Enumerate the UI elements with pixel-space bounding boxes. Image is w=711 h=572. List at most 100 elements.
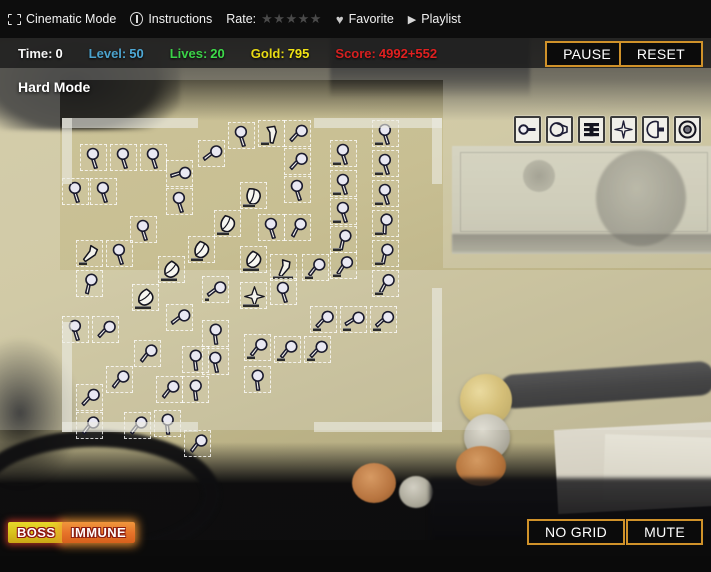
board-tile[interactable] — [106, 240, 133, 267]
board-tile[interactable] — [330, 252, 357, 279]
bracket-bottom-left-h — [62, 422, 198, 432]
pin-tower-tool[interactable] — [514, 116, 541, 143]
board-tile[interactable] — [166, 160, 193, 187]
rate-label: Rate: — [226, 12, 257, 26]
board-tile[interactable] — [244, 334, 271, 361]
tile-health-bar — [375, 292, 383, 295]
board-tile[interactable] — [182, 376, 209, 403]
rate-control[interactable]: Rate: ★★★★★ — [226, 11, 322, 27]
board-tile[interactable] — [270, 278, 297, 305]
board-tile[interactable] — [184, 430, 211, 457]
star-tower-tool[interactable] — [610, 116, 637, 143]
pause-button[interactable]: PAUSE — [545, 41, 629, 67]
cone-tower-tool[interactable] — [642, 116, 669, 143]
board-tile[interactable] — [80, 144, 107, 171]
bracket-top-right-v — [432, 118, 442, 184]
playlist-button[interactable]: ▶ Playlist — [408, 12, 461, 26]
playlist-label: Playlist — [421, 12, 461, 26]
board-tile[interactable] — [202, 348, 229, 375]
board-tile[interactable] — [76, 384, 103, 411]
cinematic-mode-button[interactable]: Cinematic Mode — [8, 12, 116, 26]
board-tile[interactable] — [214, 210, 241, 237]
board-tile[interactable] — [228, 122, 255, 149]
moon-tower-tool[interactable] — [546, 116, 573, 143]
board-tile[interactable] — [258, 214, 285, 241]
difficulty-label: Hard Mode — [18, 79, 91, 95]
board-tile[interactable] — [92, 316, 119, 343]
board-tile[interactable] — [340, 306, 367, 333]
board-tile[interactable] — [302, 254, 329, 281]
board-tile[interactable] — [330, 140, 357, 167]
bottom-bar: BOSS IMMUNE NO GRID MUTE — [0, 514, 711, 556]
orb-tower-tool[interactable] — [674, 116, 701, 143]
boss-badge[interactable]: BOSS — [8, 522, 65, 543]
score-stat: Score: 4992+552 — [335, 46, 437, 61]
board-tile[interactable] — [240, 182, 267, 209]
gold-stat: Gold: 795 — [251, 46, 310, 61]
board-tile[interactable] — [284, 120, 311, 147]
board-tile[interactable] — [270, 254, 297, 281]
board-tile[interactable] — [110, 144, 137, 171]
heart-icon: ♥ — [335, 11, 344, 27]
reset-button[interactable]: RESET — [618, 41, 703, 67]
board-tile[interactable] — [156, 376, 183, 403]
board-tile[interactable] — [202, 276, 229, 303]
tile-health-bar — [375, 202, 383, 205]
immune-badge[interactable]: IMMUNE — [62, 522, 136, 543]
grid-block-tool[interactable] — [578, 116, 605, 143]
tile-health-bar — [307, 358, 315, 361]
board-tile[interactable] — [284, 148, 311, 175]
board-tile[interactable] — [198, 140, 225, 167]
tower-board[interactable] — [62, 118, 442, 457]
board-tile[interactable] — [166, 304, 193, 331]
board-tile[interactable] — [258, 120, 285, 147]
board-tile[interactable] — [134, 340, 161, 367]
board-tile[interactable] — [76, 240, 103, 267]
board-tile[interactable] — [240, 282, 267, 309]
board-tile[interactable] — [158, 256, 185, 283]
info-circle-icon — [130, 12, 144, 26]
board-tile[interactable] — [284, 214, 311, 241]
board-tile[interactable] — [284, 176, 311, 203]
tower-tool-palette[interactable] — [514, 116, 701, 143]
favorite-button[interactable]: ♥ Favorite — [336, 12, 394, 27]
tile-health-bar — [161, 278, 177, 281]
board-tile[interactable] — [330, 170, 357, 197]
board-tile[interactable] — [76, 270, 103, 297]
bracket-top-left-h — [62, 118, 198, 128]
board-tile[interactable] — [106, 366, 133, 393]
instructions-button[interactable]: Instructions — [130, 12, 212, 26]
board-tile[interactable] — [274, 336, 301, 363]
board-tile[interactable] — [132, 284, 159, 311]
game-viewport[interactable]: Time: 0 Level: 50 Lives: 20 Gold: 795 Score:… — [0, 38, 711, 556]
board-tile[interactable] — [372, 210, 399, 237]
bracket-top-right-h — [314, 118, 442, 128]
no-grid-button[interactable]: NO GRID — [527, 519, 625, 545]
board-tile[interactable] — [330, 226, 357, 253]
rating-stars[interactable]: ★★★★★ — [261, 11, 322, 27]
board-tile[interactable] — [330, 198, 357, 225]
bracket-bottom-right-v — [432, 288, 442, 432]
board-tile[interactable] — [372, 150, 399, 177]
lives-stat: Lives: 20 — [170, 46, 225, 61]
board-tile[interactable] — [370, 306, 397, 333]
board-tile[interactable] — [372, 270, 399, 297]
time-stat: Time: 0 — [18, 46, 63, 61]
mute-button[interactable]: MUTE — [626, 519, 703, 545]
tile-health-bar — [243, 268, 259, 271]
board-tile[interactable] — [202, 320, 229, 347]
board-tile[interactable] — [130, 216, 157, 243]
board-tile[interactable] — [166, 188, 193, 215]
gold-label: Gold: — [250, 45, 285, 61]
board-tile[interactable] — [240, 246, 267, 273]
board-tile[interactable] — [372, 240, 399, 267]
board-tile[interactable] — [304, 336, 331, 363]
board-tile[interactable] — [310, 306, 337, 333]
board-tile[interactable] — [244, 366, 271, 393]
board-tile[interactable] — [188, 236, 215, 263]
gold-value: 795 — [287, 45, 310, 61]
level-stat: Level: 50 — [89, 46, 144, 61]
board-tile[interactable] — [140, 144, 167, 171]
board-tile[interactable] — [372, 180, 399, 207]
board-tile[interactable] — [90, 178, 117, 205]
